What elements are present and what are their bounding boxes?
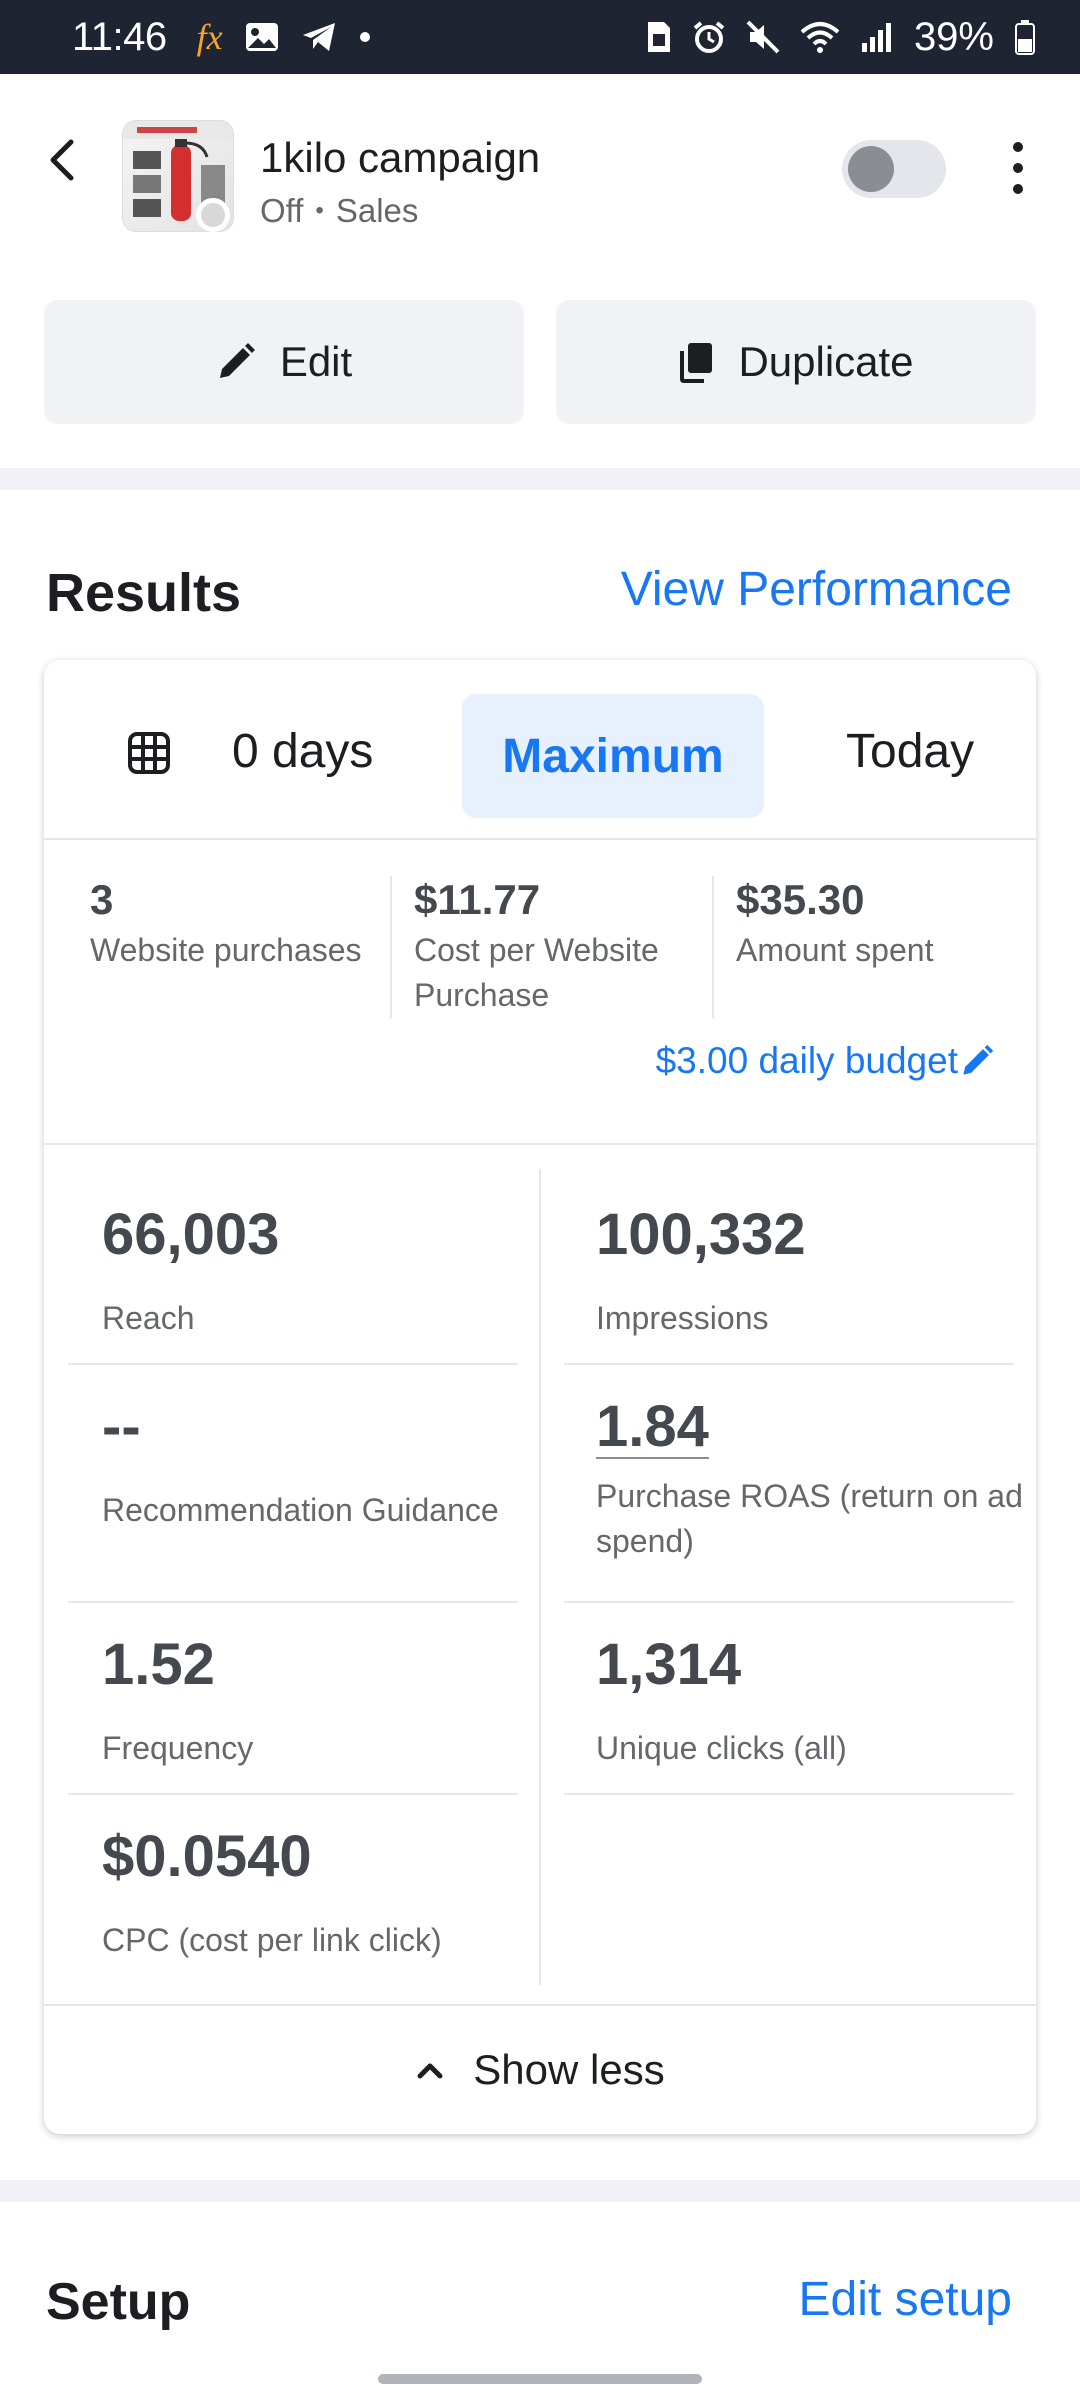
metric-divider	[564, 1793, 1014, 1795]
status-bar: 11:46 fx 39%	[0, 0, 1080, 74]
metric-value: 100,332	[596, 1202, 806, 1267]
fx-app-icon: fx	[196, 17, 223, 57]
metric-label: Reach	[102, 1300, 195, 1336]
pencil-icon	[963, 1044, 994, 1075]
duplicate-icon	[680, 343, 713, 383]
battery-percentage: 39%	[913, 14, 994, 59]
more-options-button[interactable]	[994, 136, 1042, 200]
summary-divider	[712, 876, 714, 1018]
duplicate-button[interactable]: Duplicate	[556, 300, 1036, 424]
days-option[interactable]: 0 days	[232, 724, 373, 779]
summary-label: Amount spent	[736, 932, 934, 968]
edit-setup-link[interactable]: Edit setup	[799, 2272, 1012, 2327]
edit-button-label: Edit	[279, 338, 353, 385]
setup-section: Setup Edit setup	[0, 2202, 1080, 2400]
metric-label: Recommendation Guidance	[102, 1492, 499, 1528]
campaign-status-indicator	[196, 198, 230, 232]
summary-website-purchases: 3 Website purchases	[90, 876, 380, 973]
signal-icon	[860, 21, 894, 53]
results-title: Results	[46, 563, 242, 623]
duplicate-button-label: Duplicate	[738, 338, 914, 385]
toggle-knob	[848, 146, 894, 192]
more-dot-icon	[1013, 142, 1023, 152]
summary-cost-per-purchase: $11.77 Cost per Website Purchase	[414, 876, 704, 1018]
summary-value: $11.77	[414, 876, 541, 923]
gallery-icon	[245, 22, 279, 52]
back-button[interactable]	[38, 136, 86, 184]
summary-divider	[390, 876, 392, 1018]
metric-value: 1.84	[596, 1394, 709, 1459]
campaign-toggle[interactable]	[842, 140, 946, 198]
campaign-header: 1kilo campaign Off • Sales Edit Duplicat…	[0, 74, 1080, 468]
metric-divider	[564, 1601, 1014, 1603]
metric-frequency: 1.52 Frequency	[102, 1631, 552, 1771]
daily-budget-link[interactable]: $3.00 daily budget	[656, 1040, 994, 1082]
pencil-icon	[219, 343, 255, 378]
metric-reach: 66,003 Reach	[102, 1201, 552, 1341]
metric-label: Purchase ROAS (return on ad spend)	[596, 1478, 1023, 1559]
date-range-selector: 0 days Maximum Today	[44, 660, 1036, 840]
summary-value: 3	[90, 876, 114, 923]
edit-button[interactable]: Edit	[44, 300, 524, 424]
show-less-button[interactable]: Show less	[44, 2004, 1036, 2134]
results-card: 0 days Maximum Today 3 Website purchases…	[44, 660, 1036, 2134]
notification-dot-icon	[359, 31, 371, 43]
summary-label: Cost per Website Purchase	[414, 932, 659, 1013]
back-arrow-icon	[50, 139, 74, 181]
daily-budget-label: $3.00 daily budget	[655, 1040, 958, 1081]
more-dot-icon	[1013, 163, 1023, 173]
metrics-grid: 66,003 Reach 100,332 Impressions -- Reco…	[44, 1145, 1036, 1985]
metric-value: 1.52	[102, 1632, 215, 1697]
metric-value: 66,003	[102, 1202, 280, 1267]
mute-icon	[746, 20, 780, 54]
maximum-option[interactable]: Maximum	[462, 694, 764, 818]
results-section: Results View Performance 0 days Maximum …	[0, 490, 1080, 2180]
campaign-name: 1kilo campaign	[260, 134, 541, 181]
alarm-icon	[692, 20, 726, 54]
metric-impressions: 100,332 Impressions	[596, 1201, 1036, 1341]
summary-value: $35.30	[736, 876, 865, 923]
wifi-icon	[800, 20, 840, 54]
results-summary: 3 Website purchases $11.77 Cost per Webs…	[44, 840, 1036, 1145]
metric-label: Unique clicks (all)	[596, 1730, 847, 1766]
today-option[interactable]: Today	[846, 724, 974, 779]
navigation-handle[interactable]	[378, 2374, 702, 2384]
setup-title: Setup	[46, 2273, 191, 2331]
metric-recommendation-guidance: -- Recommendation Guidance	[102, 1393, 552, 1533]
metric-label: Frequency	[102, 1730, 254, 1766]
metric-divider	[68, 1793, 518, 1795]
summary-label: Website purchases	[90, 932, 362, 968]
metric-value: $0.0540	[102, 1824, 312, 1889]
metric-value: 1,314	[596, 1632, 742, 1697]
battery-icon	[1014, 19, 1036, 55]
campaign-subtitle: Off • Sales	[260, 192, 418, 230]
summary-amount-spent: $35.30 Amount spent	[736, 876, 1026, 973]
calendar-icon[interactable]	[128, 732, 170, 779]
more-dot-icon	[1013, 184, 1023, 194]
metric-divider	[564, 1363, 1014, 1365]
metric-label: Impressions	[596, 1300, 769, 1336]
campaign-status: Off	[260, 192, 304, 229]
metric-value: --	[102, 1394, 141, 1459]
metric-divider	[68, 1363, 518, 1365]
show-less-label: Show less	[473, 2046, 665, 2093]
campaign-objective: Sales	[335, 192, 419, 229]
metric-purchase-roas[interactable]: 1.84 Purchase ROAS (return on ad spend)	[596, 1393, 1036, 1564]
status-time: 11:46	[72, 14, 167, 59]
telegram-icon	[301, 21, 337, 53]
subtitle-separator: •	[315, 197, 324, 224]
chevron-up-icon	[417, 2063, 443, 2079]
view-performance-link[interactable]: View Performance	[621, 562, 1012, 617]
metric-cpc: $0.0540 CPC (cost per link click)	[102, 1823, 552, 1963]
metric-unique-clicks: 1,314 Unique clicks (all)	[596, 1631, 1036, 1771]
metric-label: CPC (cost per link click)	[102, 1922, 442, 1958]
sim-card-icon	[646, 20, 672, 54]
metric-divider	[68, 1601, 518, 1603]
